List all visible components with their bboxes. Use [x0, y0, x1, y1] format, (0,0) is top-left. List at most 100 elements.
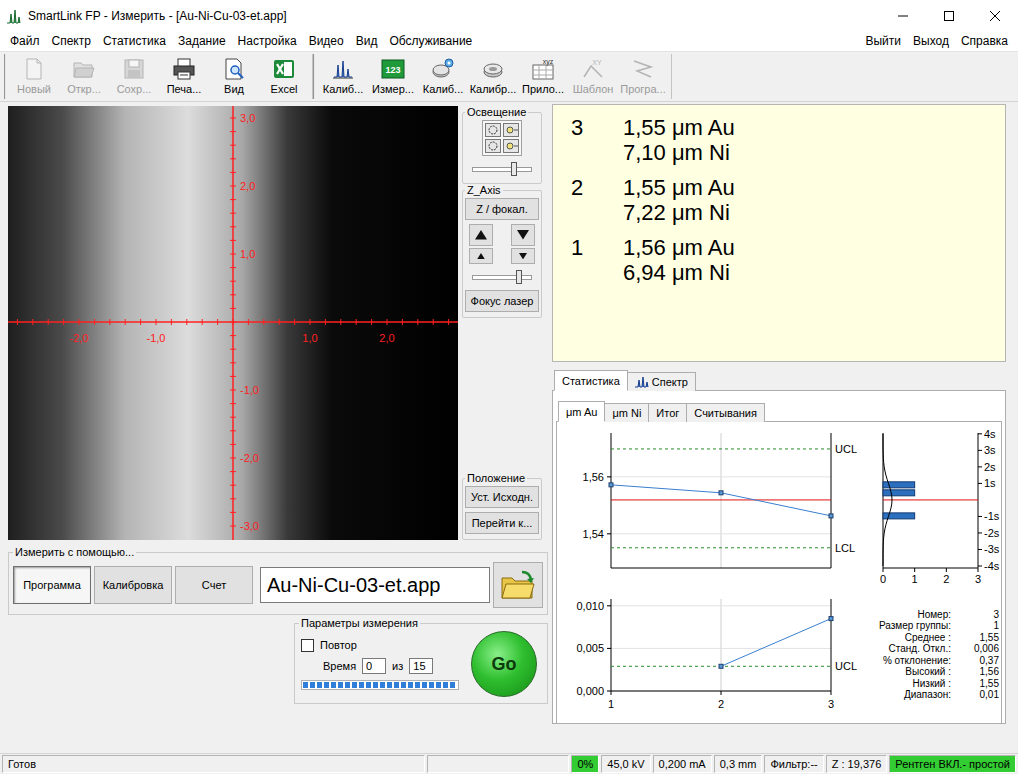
tab[interactable]: Спектр [627, 372, 696, 391]
file-field[interactable]: Au-Ni-Cu-03-et.app [260, 567, 490, 603]
time-total-field[interactable]: 15 [409, 658, 433, 674]
z-arrows [469, 224, 535, 264]
axis-tick [230, 417, 236, 418]
z-slider[interactable] [472, 275, 532, 280]
tab[interactable]: Статистика [554, 370, 628, 391]
toolbar-button[interactable]: Печа... [159, 54, 209, 99]
subtab[interactable]: μm Ni [604, 403, 649, 422]
y-tick: 0,010 [576, 599, 831, 611]
illumination-icon[interactable] [485, 139, 501, 153]
axis-tick [230, 267, 236, 268]
group-title: Измерить с помощью... [13, 546, 136, 558]
slider-thumb[interactable] [516, 270, 522, 284]
menu-item[interactable]: Статистика [97, 32, 172, 50]
menu-item[interactable]: Файл [4, 32, 46, 50]
group-title: Z_Axis [465, 184, 503, 196]
minimize-icon [898, 11, 908, 21]
menu-item[interactable]: Выход [907, 32, 955, 50]
position-button[interactable]: Уст. Исходн. [465, 486, 539, 508]
repeat-checkbox[interactable] [301, 639, 314, 652]
open-file-button[interactable] [493, 562, 543, 608]
toolbar-button[interactable]: Калиб... [318, 54, 368, 99]
menu-item[interactable]: Задание [172, 32, 232, 50]
menu-item[interactable]: Настройка [232, 32, 303, 50]
data-point[interactable] [719, 491, 723, 495]
illumination-icon[interactable] [503, 123, 519, 137]
toolbar-button[interactable]: Сохр... [109, 54, 159, 99]
lighting-buttons [482, 120, 522, 156]
print-preview-icon [222, 57, 246, 81]
stat-value: 1,55 [955, 678, 999, 690]
histogram-chart: 4s3s2s1s-1s-2s-3s-4s0123 [861, 428, 1001, 588]
z-axis-group: Z_Axis Z / фокал. Фокус лазер [462, 184, 542, 318]
position-group: ПоложениеУст. Исходн.Перейти к... [462, 472, 542, 540]
result-entry: 21,55 μm Au7,22 μm Ni [571, 175, 1005, 225]
x-tick: 2 [718, 691, 724, 710]
data-point[interactable] [829, 616, 833, 620]
axis-tick [230, 390, 236, 391]
histogram-bar[interactable] [883, 490, 915, 496]
close-button[interactable] [972, 0, 1018, 31]
window-title: SmartLink FP - Измерить - [Au-Ni-Cu-03-e… [28, 9, 880, 23]
z-down-fast-button[interactable] [511, 224, 535, 246]
svg-text:-1s: -1s [984, 510, 1000, 522]
focus-button[interactable]: Z / фокал. [465, 198, 539, 220]
toolbar-button[interactable]: Калиб... [418, 54, 468, 99]
z-down-button[interactable] [511, 248, 535, 264]
arrow-down-icon [517, 230, 529, 240]
axis-tick [230, 498, 236, 499]
toolbar-button[interactable]: XYШаблон [568, 54, 618, 99]
toolbar-button[interactable]: Новый [9, 54, 59, 99]
subtab[interactable]: Считывания [686, 403, 765, 422]
mode-button[interactable]: Счет [175, 566, 253, 604]
go-button[interactable]: Go [471, 631, 537, 697]
toolbar-button[interactable]: Excel [259, 54, 309, 99]
axis-tick [217, 319, 218, 325]
data-point[interactable] [609, 483, 613, 487]
menu-item[interactable]: Справка [955, 32, 1014, 50]
time-field[interactable]: 0 [362, 658, 386, 674]
menu-item[interactable]: Выйти [859, 32, 907, 50]
camera-controls: ОсвещениеZ_AxisZ / фокал.Фокус лазерПоло… [462, 106, 542, 540]
laser-focus-button[interactable]: Фокус лазер [465, 290, 539, 312]
maximize-button[interactable] [926, 0, 972, 31]
illumination-icon[interactable] [485, 123, 501, 137]
z-up-button[interactable] [469, 248, 493, 264]
menu-item[interactable]: Спектр [46, 32, 97, 50]
toolbar-button[interactable]: xyzПрило... [518, 54, 568, 99]
z-up-fast-button[interactable] [469, 224, 493, 246]
status-cell: Готов [2, 755, 425, 773]
mode-button[interactable]: Программа [13, 566, 91, 604]
svg-text:-3s: -3s [984, 543, 1000, 555]
axis-tick [230, 362, 236, 363]
position-button[interactable]: Перейти к... [465, 512, 539, 534]
title-bar: SmartLink FP - Измерить - [Au-Ni-Cu-03-e… [0, 0, 1018, 31]
toolbar-button[interactable]: Откр... [59, 54, 109, 99]
axis-tick [402, 319, 403, 325]
menu-item[interactable]: Видео [303, 32, 350, 50]
toolbar-button[interactable]: Вид [209, 54, 259, 99]
toolbar-button[interactable]: Програ... [618, 54, 668, 99]
slider-thumb[interactable] [511, 162, 517, 176]
maximize-icon [944, 11, 954, 21]
minimize-button[interactable] [880, 0, 926, 31]
toolbar-button[interactable]: Калибр... [468, 54, 518, 99]
repeat-checkbox-row[interactable]: Повтор [301, 639, 463, 652]
x-tick: 1 [608, 691, 614, 710]
svg-text:xyz: xyz [543, 58, 554, 66]
axis-tick [230, 158, 236, 159]
toolbar-button[interactable]: 123Измер... [368, 54, 418, 99]
stat-label: Среднее : [861, 632, 951, 644]
lighting-slider[interactable] [472, 167, 532, 172]
data-point[interactable] [719, 664, 723, 668]
illumination-icon[interactable] [503, 139, 519, 153]
camera-view[interactable]: -2,0-1,01,02,03,02,01,0-1,0-2,0-3,0 [8, 106, 458, 540]
menu-item[interactable]: Вид [350, 32, 384, 50]
stat-value: 1,56 [955, 666, 999, 678]
new-document-icon [22, 57, 46, 81]
mode-button[interactable]: Калибровка [94, 566, 172, 604]
subtab[interactable]: μm Au [558, 401, 605, 422]
subtab[interactable]: Итог [648, 403, 687, 422]
menu-item[interactable]: Обслуживание [383, 32, 478, 50]
data-point[interactable] [829, 514, 833, 518]
